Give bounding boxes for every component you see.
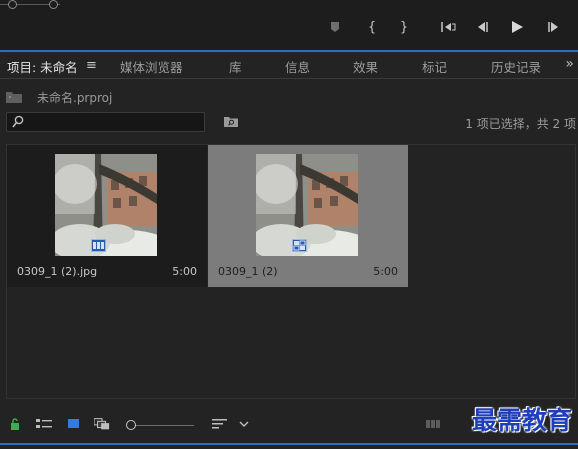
project-file-name: 未命名.prproj <box>37 91 113 105</box>
snowy-tree-thumbnail <box>55 154 157 256</box>
tab-info[interactable]: 信息 <box>285 57 310 76</box>
panel-divider <box>0 50 578 52</box>
panel-tabs: 项目: 未命名 ≡ 媒体浏览器 库 信息 效果 标记 历史记录 » <box>0 53 578 79</box>
clip-name: 0309_1 (2) <box>218 265 278 278</box>
step-back-button[interactable] <box>474 18 492 36</box>
mark-out-icon: } <box>399 19 409 35</box>
zoom-slider-handle[interactable] <box>126 420 136 430</box>
clip-item-sequence[interactable]: 0309_1 (2) 5:00 <box>208 145 408 287</box>
mark-in-button[interactable]: { <box>363 18 381 36</box>
automate-to-sequence-icon[interactable] <box>426 418 442 430</box>
play-button[interactable] <box>508 18 526 36</box>
lock-icon[interactable] <box>8 418 24 430</box>
search-field[interactable] <box>6 112 205 132</box>
go-to-in-button[interactable] <box>440 18 458 36</box>
image-clip-icon <box>93 242 104 249</box>
step-forward-button[interactable] <box>544 18 562 36</box>
mark-out-button[interactable]: } <box>395 18 413 36</box>
tab-media-browser[interactable]: 媒体浏览器 <box>120 57 183 76</box>
sequence-icon <box>293 240 306 251</box>
marker-icon <box>331 22 339 32</box>
go-to-in-icon <box>441 22 456 32</box>
tab-effects[interactable]: 效果 <box>353 57 378 76</box>
play-icon <box>512 21 523 33</box>
clip-name: 0309_1 (2).jpg <box>17 265 98 278</box>
snowy-tree-thumbnail <box>256 154 358 256</box>
clip-thumbnail <box>55 154 157 256</box>
icon-view-icon[interactable] <box>67 418 83 430</box>
clip-duration: 5:00 <box>373 265 398 278</box>
tab-project[interactable]: 项目: 未命名 <box>7 57 78 76</box>
zoom-slider-track[interactable] <box>132 425 194 426</box>
step-back-icon <box>478 22 488 32</box>
step-forward-icon <box>548 22 558 32</box>
search-icon <box>12 115 24 128</box>
clip-thumbnail <box>256 154 358 256</box>
watermark-logo: 最需教育 <box>471 406 572 435</box>
freeform-view-icon[interactable] <box>94 418 110 430</box>
clip-item-image[interactable]: 0309_1 (2).jpg 5:00 <box>7 145 207 287</box>
selection-status: 1 项已选择，共 2 项 <box>465 117 576 131</box>
add-marker-button[interactable] <box>326 18 344 36</box>
tab-libraries[interactable]: 库 <box>229 57 242 76</box>
mark-in-icon: { <box>367 19 377 35</box>
monitor-controls: { } <box>0 0 578 50</box>
tab-history[interactable]: 历史记录 <box>491 57 541 76</box>
project-bin-icon-view[interactable]: 0309_1 (2).jpg 5:00 0309_1 (2) 5:00 <box>6 144 576 399</box>
list-view-icon[interactable] <box>36 418 52 430</box>
project-path-row: 未命名.prproj <box>0 82 578 108</box>
panel-menu-icon[interactable]: ≡ <box>86 58 97 73</box>
tab-markers[interactable]: 标记 <box>422 57 447 76</box>
in-point-handle[interactable] <box>8 0 17 9</box>
image-clip-badge-icon <box>91 239 106 252</box>
new-search-bin-icon[interactable] <box>224 116 238 127</box>
clip-duration: 5:00 <box>172 265 197 278</box>
tabs-overflow-icon[interactable]: » <box>565 56 574 72</box>
out-point-handle[interactable] <box>49 0 58 9</box>
project-folder-icon <box>6 92 22 103</box>
search-input[interactable] <box>29 114 201 130</box>
sequence-badge-icon <box>292 239 307 252</box>
panel-bottom-border <box>0 443 578 445</box>
chevron-down-icon[interactable] <box>236 418 252 430</box>
sort-icons-icon[interactable] <box>212 418 228 430</box>
